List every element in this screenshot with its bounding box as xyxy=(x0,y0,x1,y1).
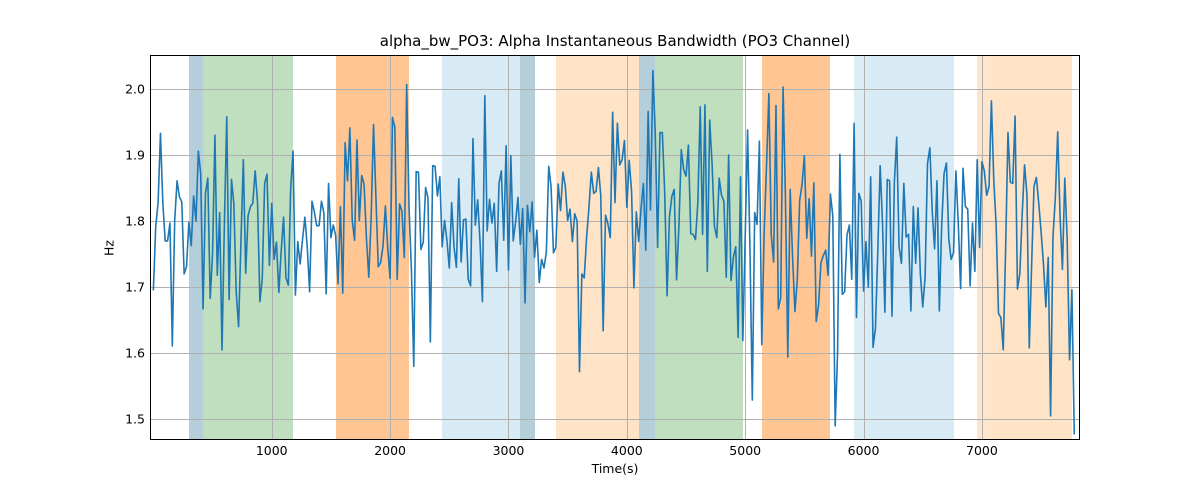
x-axis-label: Time(s) xyxy=(592,461,639,476)
x-tick-label: 7000 xyxy=(966,443,998,458)
figure: alpha_bw_PO3: Alpha Instantaneous Bandwi… xyxy=(0,0,1200,500)
y-tick-label: 1.5 xyxy=(125,412,145,427)
y-tick-label: 1.8 xyxy=(125,214,145,229)
series-line xyxy=(153,71,1074,435)
y-tick-label: 1.9 xyxy=(125,148,145,163)
line-svg xyxy=(151,56,1079,439)
y-tick-label: 1.7 xyxy=(125,280,145,295)
x-tick-label: 3000 xyxy=(493,443,525,458)
chart-title: alpha_bw_PO3: Alpha Instantaneous Bandwi… xyxy=(380,32,850,50)
y-tick-label: 2.0 xyxy=(125,82,145,97)
x-tick-label: 4000 xyxy=(611,443,643,458)
y-tick-label: 1.6 xyxy=(125,346,145,361)
line-layer xyxy=(151,56,1079,439)
x-tick-label: 2000 xyxy=(374,443,406,458)
x-tick-label: 5000 xyxy=(729,443,761,458)
x-tick-label: 1000 xyxy=(256,443,288,458)
y-axis-label: Hz xyxy=(102,240,117,256)
axes: alpha_bw_PO3: Alpha Instantaneous Bandwi… xyxy=(150,55,1080,440)
x-tick-label: 6000 xyxy=(848,443,880,458)
